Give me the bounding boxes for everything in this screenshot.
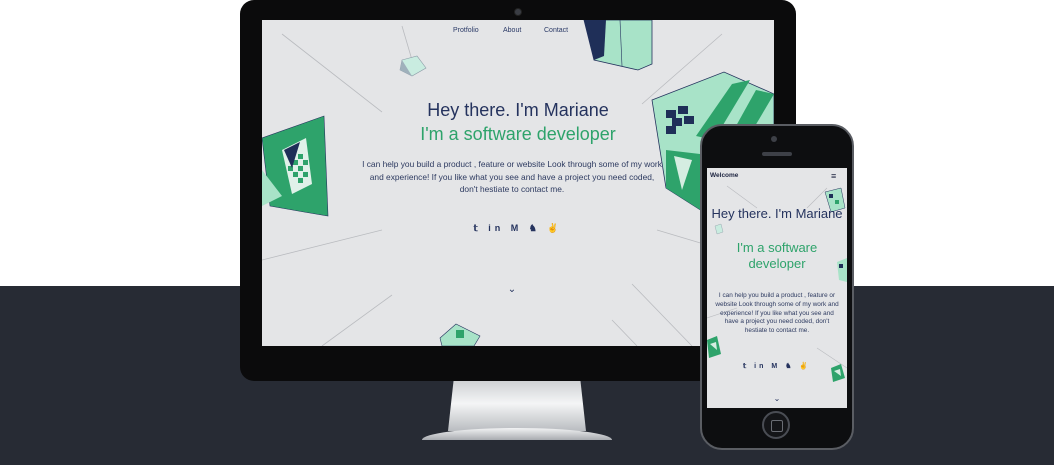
nav-link-about[interactable]: About: [503, 27, 521, 34]
mobile-hero-subtitle: I'm a software developer: [736, 240, 818, 271]
desktop-screen: Protfolio About Contact Hey there. I'm M…: [262, 20, 774, 346]
monitor-stand-neck: [448, 381, 586, 431]
mobile-social-icons[interactable]: 𝕥 in M ♞ ✌: [743, 363, 811, 370]
hamburger-menu-icon[interactable]: ≡: [831, 172, 836, 181]
hero-title: Hey there. I'm Mariane: [427, 100, 609, 120]
mobile-phone: Welcome ≡ Hey there. I'm Mariane I'm a s…: [700, 124, 854, 450]
hero-subtitle: I'm a software developer: [420, 124, 616, 144]
monitor-camera: [514, 8, 522, 16]
social-links: 𝕥 in M ♞ ✌: [262, 223, 774, 234]
chevron-down-icon[interactable]: ⌄: [506, 284, 518, 295]
phone-home-button: [762, 411, 790, 439]
mobile-screen: Welcome ≡ Hey there. I'm Mariane I'm a s…: [707, 168, 847, 408]
mobile-hero-title: Hey there. I'm Mariane: [711, 206, 843, 221]
phone-speaker: [762, 152, 792, 156]
hero-description: I can help you build a product , feature…: [362, 159, 662, 194]
desktop-nav: Protfolio About Contact: [262, 27, 774, 41]
nav-link-portfolio[interactable]: Protfolio: [453, 27, 479, 34]
phone-camera: [771, 136, 777, 142]
mobile-deco-left: [707, 336, 721, 358]
mobile-header-title[interactable]: Welcome: [710, 172, 738, 179]
deco-shape-small-cube: [399, 55, 427, 77]
nav-link-contact[interactable]: Contact: [544, 27, 568, 34]
mobile-social-links: 𝕥 in M ♞ ✌: [707, 362, 847, 370]
mobile-deco-right: [837, 258, 847, 282]
mobile-deco-small: [714, 223, 724, 235]
deco-shape-bottom: [439, 323, 481, 346]
mobile-background-decoration: [707, 185, 847, 382]
mobile-hero-description: I can help you build a product , feature…: [715, 292, 839, 335]
social-icons[interactable]: 𝕥 in M ♞ ✌: [474, 223, 563, 233]
mobile-chevron-down-icon[interactable]: ⌄: [771, 394, 783, 403]
